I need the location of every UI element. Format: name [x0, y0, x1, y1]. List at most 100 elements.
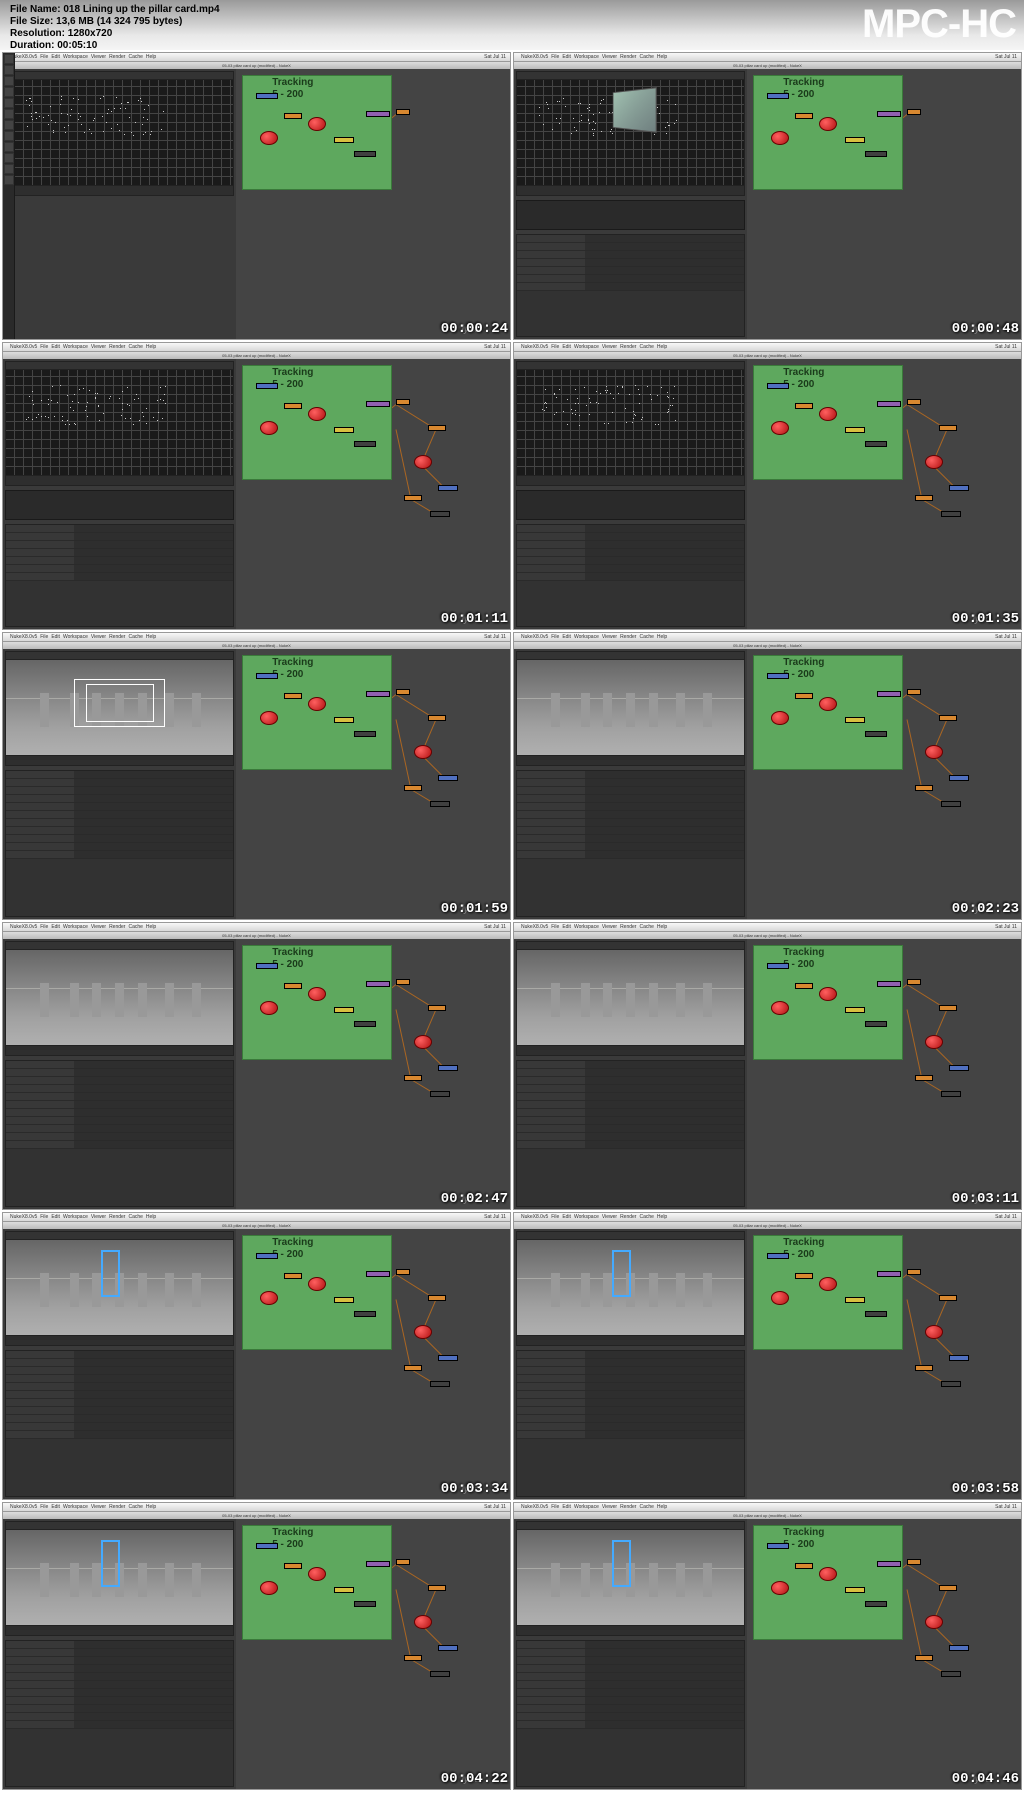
viewer-controls[interactable]: [6, 1045, 233, 1055]
menu-item[interactable]: Workspace: [63, 54, 88, 60]
node-graph[interactable]: Tracking 5 - 200: [747, 1519, 1021, 1789]
menu-item[interactable]: Help: [657, 1214, 667, 1220]
properties-panel[interactable]: [516, 234, 745, 337]
thumbnail[interactable]: NukeX8.0v5 FileEditWorkspaceViewerRender…: [2, 1502, 511, 1790]
viewer-canvas[interactable]: [6, 950, 233, 1045]
menu-item[interactable]: Edit: [562, 54, 571, 60]
menu-item[interactable]: Viewer: [602, 1214, 617, 1220]
thumbnail[interactable]: NukeX8.0v5 FileEditWorkspaceViewerRender…: [2, 1212, 511, 1500]
tool-sidebar[interactable]: [3, 53, 15, 339]
menu-item[interactable]: Render: [620, 54, 636, 60]
menu-item[interactable]: Workspace: [63, 1504, 88, 1510]
viewer-canvas[interactable]: [517, 1240, 744, 1335]
menu-item[interactable]: File: [40, 344, 48, 350]
properties-panel[interactable]: [516, 1350, 745, 1497]
menu-item[interactable]: Cache: [639, 1214, 653, 1220]
menu-item[interactable]: Cache: [639, 1504, 653, 1510]
viewer-panel[interactable]: [516, 651, 745, 766]
menu-item[interactable]: Help: [146, 54, 156, 60]
thumbnail[interactable]: NukeX8.0v5 FileEditWorkspaceViewerRender…: [2, 632, 511, 920]
menu-item[interactable]: Cache: [128, 344, 142, 350]
menu-item[interactable]: Help: [657, 924, 667, 930]
menu-item[interactable]: Render: [620, 1214, 636, 1220]
menu-item[interactable]: Help: [146, 924, 156, 930]
viewer-panel[interactable]: [5, 71, 234, 196]
node-graph[interactable]: Tracking 5 - 200: [747, 359, 1021, 629]
viewer-controls[interactable]: [517, 1335, 744, 1345]
menu-item[interactable]: Viewer: [602, 344, 617, 350]
viewer-controls[interactable]: [6, 1335, 233, 1345]
viewer-panel[interactable]: [516, 941, 745, 1056]
menu-item[interactable]: File: [40, 634, 48, 640]
viewer-canvas[interactable]: [517, 80, 744, 185]
viewer-controls[interactable]: [6, 755, 233, 765]
menu-item[interactable]: Viewer: [91, 634, 106, 640]
menu-item[interactable]: Cache: [128, 1214, 142, 1220]
node-graph[interactable]: Tracking 5 - 200: [236, 69, 510, 339]
menu-item[interactable]: Cache: [128, 634, 142, 640]
viewer-panel[interactable]: [516, 1231, 745, 1346]
thumbnail[interactable]: NukeX8.0v5 FileEditWorkspaceViewerRender…: [2, 342, 511, 630]
menu-item[interactable]: Help: [657, 634, 667, 640]
menu-item[interactable]: Render: [109, 924, 125, 930]
thumbnail[interactable]: NukeX8.0v5 FileEditWorkspaceViewerRender…: [513, 1212, 1022, 1500]
viewer-controls[interactable]: [517, 475, 744, 485]
menu-item[interactable]: Workspace: [574, 344, 599, 350]
viewer-controls[interactable]: [6, 475, 233, 485]
menu-item[interactable]: Viewer: [91, 924, 106, 930]
properties-panel[interactable]: [5, 524, 234, 627]
viewer-canvas[interactable]: [6, 80, 233, 185]
viewer-canvas[interactable]: [6, 660, 233, 755]
menu-item[interactable]: Workspace: [574, 1214, 599, 1220]
menu-item[interactable]: File: [551, 1214, 559, 1220]
menu-item[interactable]: Render: [620, 1504, 636, 1510]
menu-item[interactable]: Viewer: [602, 1504, 617, 1510]
menu-item[interactable]: File: [40, 1214, 48, 1220]
viewer-canvas[interactable]: [517, 370, 744, 475]
menu-item[interactable]: Viewer: [91, 1504, 106, 1510]
viewer-controls[interactable]: [6, 1625, 233, 1635]
properties-panel[interactable]: [5, 1640, 234, 1787]
curve-editor[interactable]: [516, 200, 745, 230]
viewer-panel[interactable]: [5, 361, 234, 486]
menu-item[interactable]: File: [551, 344, 559, 350]
menu-item[interactable]: Cache: [639, 924, 653, 930]
menu-item[interactable]: Edit: [51, 54, 60, 60]
viewer-canvas[interactable]: [517, 950, 744, 1045]
properties-panel[interactable]: [516, 524, 745, 627]
viewer-panel[interactable]: [5, 651, 234, 766]
menu-item[interactable]: Help: [146, 344, 156, 350]
menu-item[interactable]: Workspace: [574, 1504, 599, 1510]
menu-item[interactable]: Render: [109, 54, 125, 60]
menu-item[interactable]: Viewer: [602, 54, 617, 60]
curve-editor[interactable]: [5, 490, 234, 520]
viewer-panel[interactable]: [5, 1521, 234, 1636]
menu-item[interactable]: Help: [146, 1504, 156, 1510]
menu-item[interactable]: Edit: [51, 1214, 60, 1220]
menu-item[interactable]: File: [551, 924, 559, 930]
node-graph[interactable]: Tracking 5 - 200: [236, 649, 510, 919]
menu-item[interactable]: File: [40, 54, 48, 60]
menu-item[interactable]: Render: [620, 634, 636, 640]
menu-item[interactable]: Help: [657, 54, 667, 60]
menu-item[interactable]: Help: [146, 634, 156, 640]
menu-item[interactable]: Viewer: [91, 1214, 106, 1220]
thumbnail[interactable]: NukeX8.0v5 FileEditWorkspaceViewerRender…: [513, 922, 1022, 1210]
menu-item[interactable]: Help: [657, 1504, 667, 1510]
viewer-panel[interactable]: [5, 941, 234, 1056]
viewer-controls[interactable]: [517, 1625, 744, 1635]
menu-item[interactable]: File: [40, 1504, 48, 1510]
menu-item[interactable]: Render: [620, 344, 636, 350]
viewer-panel[interactable]: [516, 1521, 745, 1636]
menu-item[interactable]: Cache: [128, 54, 142, 60]
viewer-controls[interactable]: [517, 185, 744, 195]
menu-item[interactable]: Edit: [51, 1504, 60, 1510]
menu-item[interactable]: File: [40, 924, 48, 930]
node-graph[interactable]: Tracking 5 - 200: [236, 939, 510, 1209]
node-graph[interactable]: Tracking 5 - 200: [236, 1519, 510, 1789]
properties-panel[interactable]: [5, 1350, 234, 1497]
viewer-panel[interactable]: [516, 361, 745, 486]
node-graph[interactable]: Tracking 5 - 200: [236, 359, 510, 629]
viewer-controls[interactable]: [517, 755, 744, 765]
menu-item[interactable]: Edit: [562, 1504, 571, 1510]
